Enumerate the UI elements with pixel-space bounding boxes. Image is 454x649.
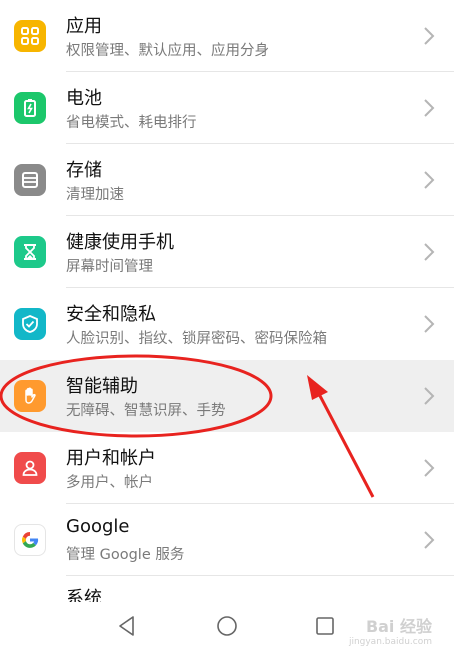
settings-item-apps[interactable]: 应用 权限管理、默认应用、应用分身 bbox=[0, 0, 454, 72]
chevron-right-icon bbox=[424, 531, 435, 549]
chevron-right-icon bbox=[424, 459, 435, 477]
hourglass-icon bbox=[14, 236, 46, 268]
chevron-right-icon bbox=[424, 99, 435, 117]
shield-icon bbox=[14, 308, 46, 340]
divider bbox=[66, 575, 454, 576]
item-title: 电池 bbox=[66, 88, 102, 109]
item-subtitle: 管理 Google 服务 bbox=[66, 547, 185, 563]
chevron-right-icon bbox=[424, 315, 435, 333]
chevron-right-icon bbox=[424, 171, 435, 189]
watermark-brand: Bai 经验 bbox=[365, 617, 432, 636]
settings-item-storage[interactable]: 存储 清理加速 bbox=[0, 144, 454, 216]
settings-screen: 应用 权限管理、默认应用、应用分身 电池 省电模式、耗电排行 存储 清理加速 健… bbox=[0, 0, 454, 649]
item-title: 智能辅助 bbox=[66, 376, 138, 397]
settings-item-google[interactable]: Google 管理 Google 服务 bbox=[0, 504, 454, 576]
item-title: 存储 bbox=[66, 160, 102, 181]
item-title: 安全和隐私 bbox=[66, 304, 156, 325]
item-subtitle: 人脸识别、指纹、锁屏密码、密码保险箱 bbox=[66, 331, 327, 347]
item-subtitle: 屏幕时间管理 bbox=[66, 259, 153, 275]
storage-icon bbox=[14, 164, 46, 196]
settings-item-security[interactable]: 安全和隐私 人脸识别、指纹、锁屏密码、密码保险箱 bbox=[0, 288, 454, 360]
battery-icon bbox=[14, 92, 46, 124]
watermark-url: jingyan.baidu.com bbox=[348, 637, 432, 647]
settings-item-digital-balance[interactable]: 健康使用手机 屏幕时间管理 bbox=[0, 216, 454, 288]
item-subtitle: 无障碍、智慧识屏、手势 bbox=[66, 403, 226, 419]
item-title: Google bbox=[66, 516, 130, 537]
settings-item-battery[interactable]: 电池 省电模式、耗电排行 bbox=[0, 72, 454, 144]
item-subtitle: 省电模式、耗电排行 bbox=[66, 115, 197, 131]
home-icon[interactable] bbox=[215, 614, 239, 638]
settings-item-users-accounts[interactable]: 用户和帐户 多用户、帐户 bbox=[0, 432, 454, 504]
item-title: 健康使用手机 bbox=[66, 232, 174, 253]
user-icon bbox=[14, 452, 46, 484]
chevron-right-icon bbox=[424, 243, 435, 261]
item-title: 应用 bbox=[66, 16, 102, 37]
item-subtitle: 多用户、帐户 bbox=[66, 475, 153, 491]
recents-icon[interactable] bbox=[313, 614, 337, 638]
item-title: 用户和帐户 bbox=[66, 448, 156, 469]
google-icon bbox=[14, 524, 46, 556]
item-subtitle: 清理加速 bbox=[66, 187, 124, 203]
back-icon[interactable] bbox=[115, 614, 139, 638]
settings-item-smart-assistance[interactable]: 智能辅助 无障碍、智慧识屏、手势 bbox=[0, 360, 454, 432]
apps-icon bbox=[14, 20, 46, 52]
chevron-right-icon bbox=[424, 27, 435, 45]
hand-icon bbox=[14, 380, 46, 412]
item-subtitle: 权限管理、默认应用、应用分身 bbox=[66, 43, 269, 59]
chevron-right-icon bbox=[424, 387, 435, 405]
